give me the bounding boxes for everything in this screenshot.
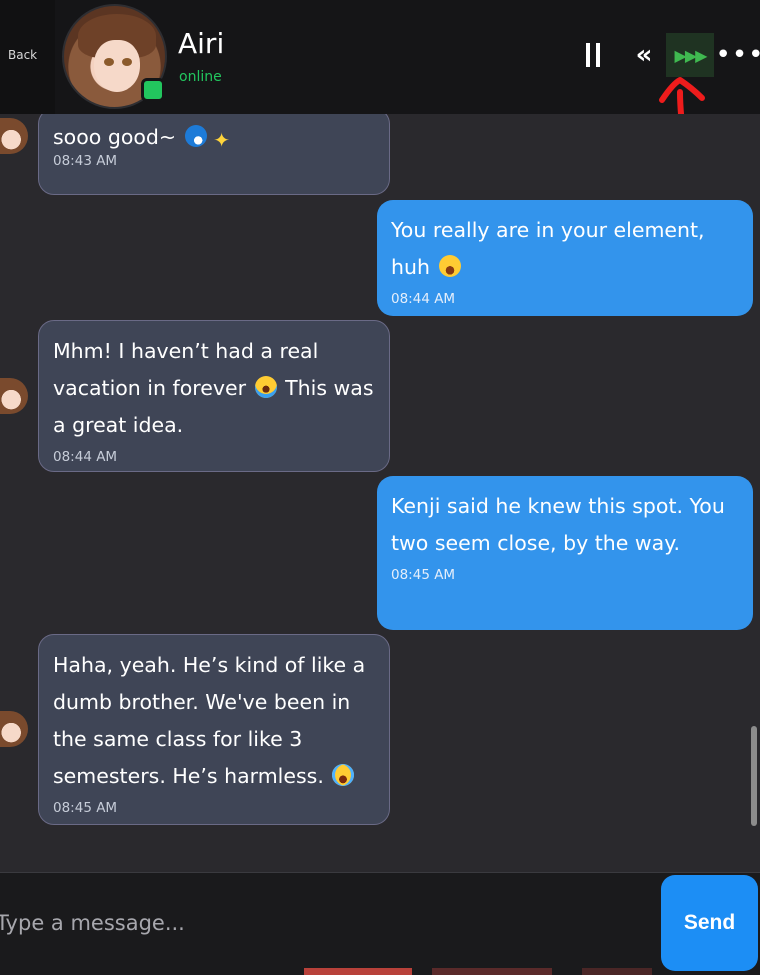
pause-button[interactable] [580, 35, 606, 75]
online-indicator [141, 78, 165, 102]
sender-avatar [0, 378, 28, 414]
message-bubble-incoming: Haha, yeah. He’s kind of like a dumb bro… [38, 634, 390, 825]
sparkles-icon: ✦ [213, 128, 231, 152]
sender-avatar [0, 711, 28, 747]
message-text-content: Haha, yeah. He’s kind of like a dumb bro… [53, 653, 366, 788]
message-bubble-outgoing: Kenji said he knew this spot. You two se… [377, 476, 753, 630]
avatar-eye [122, 58, 132, 66]
sender-avatar [0, 118, 28, 154]
message-time: 08:45 AM [391, 567, 456, 583]
preview-chip[interactable] [432, 968, 552, 975]
save-chip[interactable] [304, 968, 412, 975]
message-bubble-outgoing: You really are in your element, huh 08:4… [377, 200, 753, 316]
message-text: Kenji said he knew this spot. You two se… [391, 494, 725, 555]
message-text-content: sooo good~ [53, 125, 177, 149]
fast-forward-icon: ▶▶▶ [674, 45, 708, 65]
message-time: 08:44 AM [391, 291, 456, 307]
message-text: You really are in your element, huh [391, 212, 739, 286]
message-bubble-incoming: Mhm! I haven’t had a real vacation in fo… [38, 320, 390, 472]
more-icon: ••• [715, 40, 760, 70]
pause-icon [586, 43, 590, 67]
avatar-face [94, 40, 140, 92]
back-label: Back [8, 48, 38, 62]
chat-header: Back Airi online « ▶▶▶ ••• [0, 0, 760, 133]
cancel-chip[interactable] [582, 968, 652, 975]
rewind-button[interactable]: « [624, 35, 658, 75]
back-button[interactable]: Back [0, 0, 55, 114]
crying-face-icon [254, 376, 277, 398]
tears-of-joy-icon [332, 764, 355, 786]
message-text: Haha, yeah. He’s kind of like a dumb bro… [53, 647, 375, 795]
message-composer: Send [0, 872, 760, 975]
avatar-eye [104, 58, 114, 66]
rewind-icon: « [635, 40, 653, 70]
message-text-content: Mhm! I haven’t had a real vacation in fo… [53, 339, 319, 400]
message-time: 08:45 AM [53, 800, 118, 816]
message-text-content: You really are in your element, huh [391, 218, 705, 279]
message-list[interactable]: sooo good~ ✦ 08:43 AM You really are in … [0, 114, 760, 872]
send-button[interactable]: Send [661, 875, 758, 971]
pause-icon-bar [596, 43, 600, 67]
contact-status: online [179, 69, 222, 85]
message-input[interactable] [0, 903, 646, 943]
message-text: sooo good~ ✦ [53, 119, 375, 156]
more-options-button[interactable]: ••• [716, 35, 760, 75]
message-bubble-incoming: sooo good~ ✦ 08:43 AM [38, 114, 390, 195]
scrollbar-thumb[interactable] [751, 726, 757, 826]
water-wave-icon [184, 125, 207, 147]
partially-hidden-toolbar [300, 968, 660, 975]
contact-name: Airi [178, 27, 225, 60]
message-text: Mhm! I haven’t had a real vacation in fo… [53, 333, 375, 444]
message-time: 08:44 AM [53, 449, 118, 465]
grinning-face-icon [438, 255, 461, 277]
